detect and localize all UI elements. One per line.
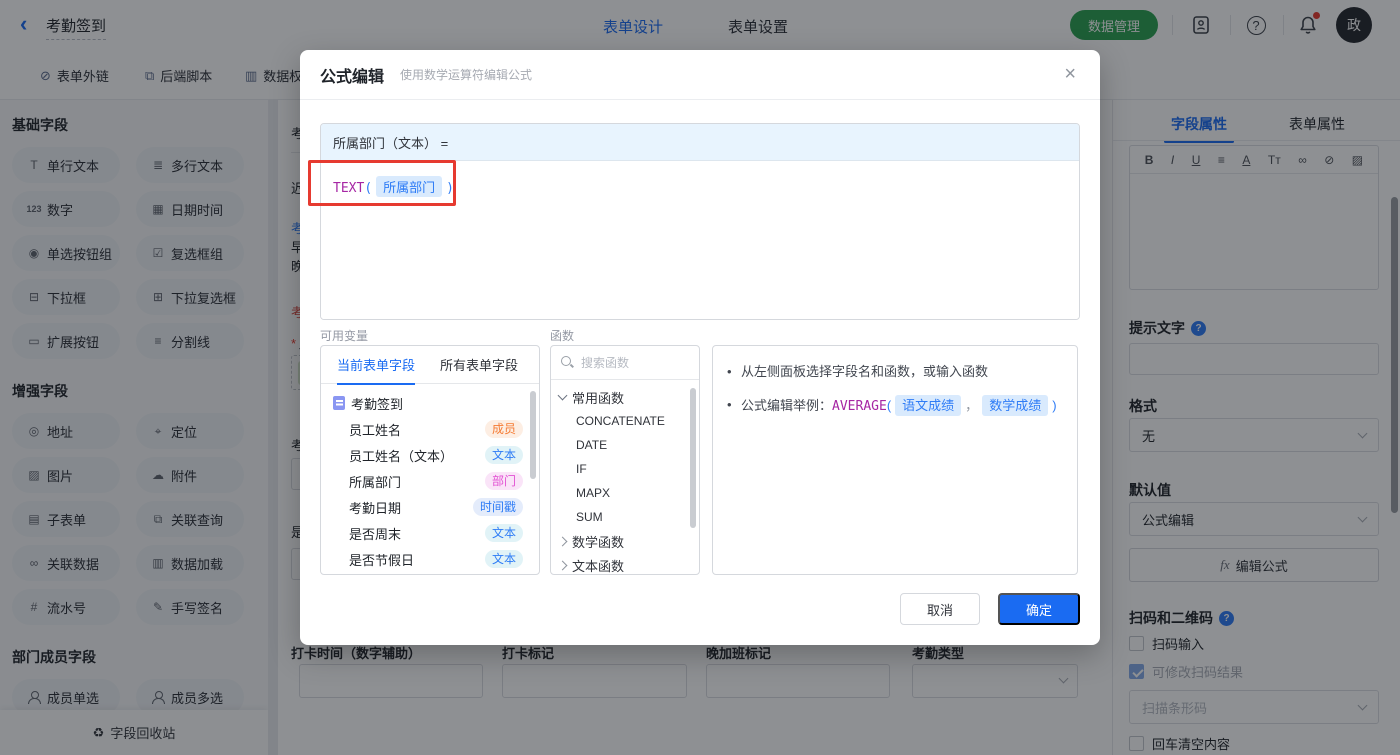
function-item[interactable]: IF [551, 457, 699, 481]
form-doc-icon [333, 396, 345, 410]
variables-panel: 当前表单字段 所有表单字段 考勤签到 员工姓名 成员 员工姓名（文本） 文本 所属部… [320, 345, 540, 575]
function-group-math[interactable]: 数学函数 [551, 529, 699, 553]
vertical-scrollbar[interactable] [530, 391, 536, 479]
variable-row[interactable]: 考勤日期 时间戳 [321, 494, 539, 520]
app-window: ‹ 考勤签到 表单设计 表单设置 数据管理 ? 政 ⊘ 表单外链 ⧉ 后端脚本 … [0, 0, 1400, 755]
function-search-input[interactable] [581, 355, 681, 370]
chevron-down-icon [557, 390, 568, 401]
formula-box: 所属部门（文本） = TEXT(所属部门) [320, 123, 1080, 320]
confirm-button[interactable]: 确定 [998, 593, 1080, 625]
variable-row[interactable]: 是否节假日 文本 [321, 546, 539, 572]
cancel-button[interactable]: 取消 [900, 593, 980, 625]
example-function-name: AVERAGE [832, 399, 887, 414]
variables-panel-label: 可用变量 [320, 329, 369, 343]
function-item[interactable]: MAPX [551, 481, 699, 505]
vertical-scrollbar[interactable] [690, 388, 696, 528]
form-root-node[interactable]: 考勤签到 [321, 390, 539, 416]
field-type-badge: 部门 [484, 472, 523, 490]
field-type-badge: 文本 [484, 524, 523, 542]
variable-row[interactable]: 所属部门 部门 [321, 468, 539, 494]
function-item[interactable]: DATE [551, 433, 699, 457]
help-tip-2: 公式编辑举例：AVERAGE(语文成绩，数学成绩) [727, 395, 1063, 416]
function-item[interactable]: SUM [551, 505, 699, 529]
variable-row[interactable]: 是否周末 文本 [321, 520, 539, 546]
variables-list: 考勤签到 员工姓名 成员 员工姓名（文本） 文本 所属部门 部门 考勤日期 时间戳 是否… [321, 384, 539, 572]
field-type-badge: 成员 [484, 420, 523, 438]
modal-header: 公式编辑 使用数学运算符编辑公式 × [300, 50, 1100, 100]
field-type-badge: 文本 [484, 446, 523, 464]
formula-editor-modal: 公式编辑 使用数学运算符编辑公式 × 所属部门（文本） = TEXT(所属部门)… [300, 50, 1100, 645]
tab-current-form-fields[interactable]: 当前表单字段 [337, 355, 416, 385]
function-group-common[interactable]: 常用函数 [551, 385, 699, 409]
functions-panel: 常用函数 CONCATENATE DATE IF MAPX SUM 数学函数 文… [550, 345, 700, 575]
functions-panel-label: 函数 [550, 329, 575, 343]
help-tip-1: 从左侧面板选择字段名和函数，或输入函数 [727, 362, 1063, 381]
variable-row[interactable]: 员工姓名 成员 [321, 416, 539, 442]
variables-tabs: 当前表单字段 所有表单字段 [321, 346, 539, 385]
tab-all-form-fields[interactable]: 所有表单字段 [440, 355, 518, 374]
example-field-chip: 数学成绩 [982, 395, 1049, 416]
example-field-chip: 语文成绩 [895, 395, 962, 416]
annotation-highlight-box [308, 160, 456, 206]
function-item[interactable]: CONCATENATE [551, 409, 699, 433]
function-search [551, 346, 699, 380]
modal-subtitle: 使用数学运算符编辑公式 [400, 68, 533, 82]
search-icon [561, 356, 574, 369]
formula-help-panel: 从左侧面板选择字段名和函数，或输入函数 公式编辑举例：AVERAGE(语文成绩，… [712, 345, 1078, 575]
field-type-badge: 时间戳 [472, 498, 523, 516]
variable-row[interactable]: 员工姓名（文本） 文本 [321, 442, 539, 468]
chevron-right-icon [557, 560, 568, 570]
modal-title: 公式编辑 [320, 68, 385, 86]
close-icon[interactable]: × [1064, 64, 1076, 84]
chevron-right-icon [557, 536, 568, 546]
field-type-badge: 文本 [484, 550, 523, 568]
function-group-text[interactable]: 文本函数 [551, 553, 699, 574]
formula-target: 所属部门（文本） = [321, 124, 1079, 161]
